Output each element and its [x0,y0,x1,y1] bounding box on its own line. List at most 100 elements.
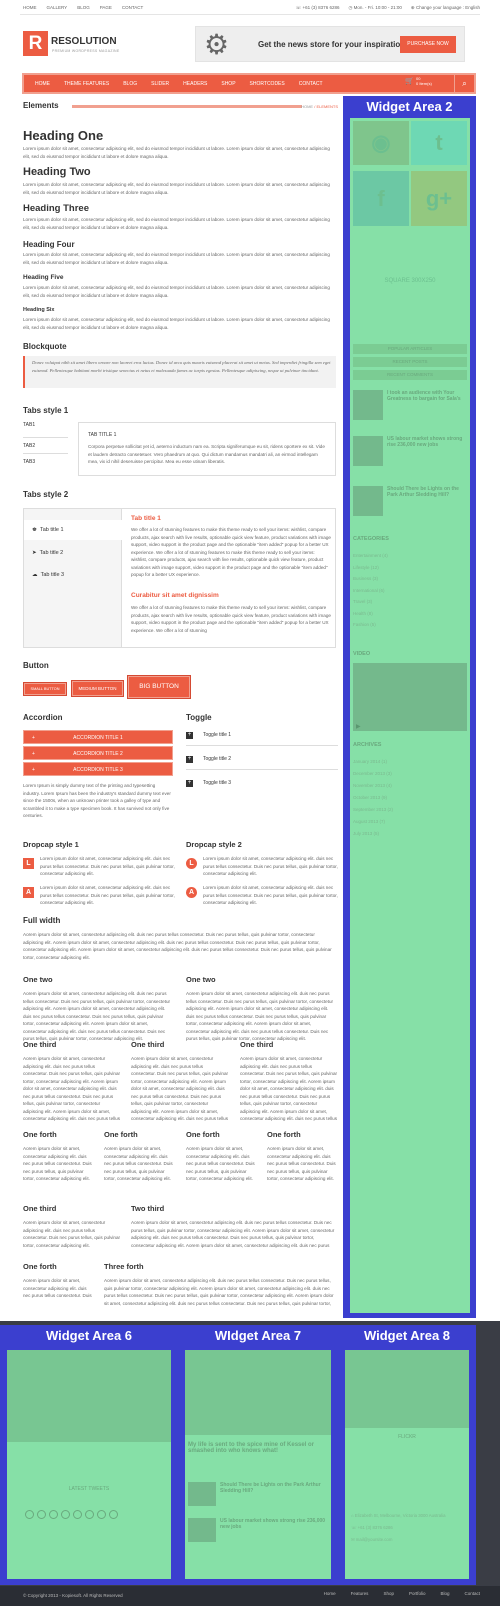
flickr-grid[interactable] [345,1350,469,1428]
footer-link-blog[interactable]: Blog [440,1591,449,1596]
facebook-icon[interactable]: f [353,171,409,226]
small-button[interactable]: SMALL BUTTON [23,682,67,696]
post-thumbnail[interactable] [188,1482,216,1506]
purchase-now-button[interactable]: PURCHASE NOW [400,36,456,53]
social-icon[interactable] [97,1510,106,1519]
archive-item[interactable]: December 2013 (3) [353,768,467,780]
column-title: One forth [23,1262,57,1271]
social-icon[interactable] [61,1510,70,1519]
video-player[interactable]: ▶ [353,663,467,731]
column-text: Aorem ipsum dolor sit amet, consectetur … [186,1146,255,1181]
column-title: One forth [23,1130,57,1139]
play-icon[interactable]: ▶ [356,723,361,730]
cart-widget[interactable]: 🛒 00 0 Item(s) [405,76,432,86]
topnav-page[interactable]: PAGE [100,5,112,10]
big-button[interactable]: BIG BUTTON [127,675,191,699]
nav-theme-features[interactable]: THEME FEATURES [64,81,109,87]
archive-item[interactable]: January 2014 (1) [353,756,467,768]
archives-title: ARCHIVES [353,742,382,748]
social-icon[interactable] [37,1510,46,1519]
widget-post-title-1[interactable]: Should There be Lights on the Park Arthu… [220,1482,328,1494]
search-icon[interactable]: ⌕ [454,75,474,92]
rss-icon[interactable]: ◉ [353,121,409,165]
topnav-gallery[interactable]: GALLERY [47,5,68,10]
post-thumbnail[interactable] [353,390,383,420]
topnav-blog[interactable]: BLOG [77,5,90,10]
column-one-forth-1: One forth Aorem ipsum dolor sit amet, co… [23,1130,95,1183]
archive-item[interactable]: August 2013 (7) [353,816,467,828]
footer-link-contact[interactable]: Contact [464,1591,480,1596]
nav-blog[interactable]: BLOG [123,81,137,87]
category-item[interactable]: Entertainment (4) [353,550,467,562]
toggle-item-3[interactable]: + Toggle title 3 [186,774,338,794]
heading-one-text: Lorem ipsum dolor sit amet, consectetur … [23,146,330,159]
footer-link-shop[interactable]: Shop [383,1591,394,1596]
nav-home[interactable]: HOME [35,81,50,87]
sidebar-post-title-1[interactable]: I took an audience with Your Greatness t… [387,390,467,402]
tabs2-tab-1[interactable]: ♚ Tab title 1 [24,520,123,540]
archive-item[interactable]: July 2013 (5) [353,828,467,840]
topnav-contact[interactable]: CONTACT [122,5,143,10]
archive-item[interactable]: September 2013 (2) [353,804,467,816]
footer-link-features[interactable]: Features [351,1591,369,1596]
tab-recent-posts[interactable]: RECENT POSTS [353,357,467,367]
google-plus-icon[interactable]: g+ [411,171,467,226]
nav-slider[interactable]: SLIDER [151,81,169,87]
tabs1-tab-2[interactable]: TAB2 [23,438,68,454]
widget-post-title-2[interactable]: US labour market shows strong rise 236,0… [220,1518,328,1530]
site-logo[interactable]: R RESOLUTION PREMIUM WORDPRESS MAGAZINE [23,31,123,59]
nav-headers[interactable]: HEADERS [183,81,207,87]
heading-five: Heading Five [23,274,64,281]
tabs2-tab-2[interactable]: ➤ Tab title 2 [32,550,63,556]
tabs1-tab-3[interactable]: TAB3 [23,454,68,470]
social-icon[interactable] [49,1510,58,1519]
sidebar-post-title-3[interactable]: Should There be Lights on the Park Arthu… [387,486,467,498]
social-icon[interactable] [85,1510,94,1519]
category-item[interactable]: Business (3) [353,573,467,585]
archive-item[interactable]: October 2013 (9) [353,792,467,804]
toggle-item-2[interactable]: + Toggle title 2 [186,750,338,770]
category-item[interactable]: Lifestyle (12) [353,562,467,574]
nav-shop[interactable]: SHOP [221,81,235,87]
category-item[interactable]: Travel (3) [353,596,467,608]
accordion-item-3[interactable]: + ACCORDION TITLE 3 [23,762,173,776]
footer-link-home[interactable]: Home [324,1591,336,1596]
plus-icon: + [32,735,35,741]
category-item[interactable]: International (6) [353,585,467,597]
breadcrumb-home[interactable]: HOME [301,104,313,109]
language-selector[interactable]: ⊕ Change your language : English [411,5,480,11]
post-thumbnail[interactable] [353,486,383,516]
social-icon[interactable] [109,1510,118,1519]
widget-area-6-content: LATEST TWEETS [7,1350,171,1579]
sidebar-post-title-2[interactable]: US labour market shows strong rise 236,0… [387,436,467,448]
widget-area-7-title: WIdget Area 7 [214,1328,302,1343]
toggle-item-1[interactable]: + Toggle title 1 [186,726,338,746]
tab-recent-comments[interactable]: RECENT COMMENTS [353,370,467,380]
post-thumbnail[interactable] [353,436,383,466]
nav-shortcodes[interactable]: SHORTCODES [250,81,285,87]
dropcap1-letter-1: L [23,858,34,869]
accordion-item-2-label: ACCORDION TITLE 2 [73,751,123,757]
email-text[interactable]: ✉ mail@yoursite.com [351,1534,461,1546]
tabs1-tab-1[interactable]: TAB1 [23,422,68,438]
accordion-item-1[interactable]: + ACCORDION TITLE 1 [23,730,173,744]
twitter-icon[interactable]: t [411,121,467,165]
footer-link-portfolio[interactable]: Portfolio [409,1591,426,1596]
heading-two-text: Lorem ipsum dolor sit amet, consectetur … [23,182,330,195]
category-item[interactable]: Fashion (5) [353,619,467,631]
top-divider [20,14,480,15]
social-icon[interactable] [73,1510,82,1519]
social-icon[interactable] [25,1510,34,1519]
medium-button[interactable]: MEDIUM BUTTON [71,680,124,697]
nav-contact[interactable]: CONTACT [299,81,323,87]
accordion-item-2[interactable]: + ACCORDION TITLE 2 [23,746,173,760]
tab-popular-articles[interactable]: POPULAR ARTICLES [353,344,467,354]
post-thumbnail[interactable] [188,1518,216,1542]
banner-text: Get the news store for your inspiration! [258,40,408,49]
tabs2-tab-3[interactable]: ☁ Tab title 3 [32,572,64,578]
topnav-home[interactable]: HOME [23,5,37,10]
opening-hours: ◷ Mon. - Fri. 10:00 - 21:00 [348,5,402,10]
archive-item[interactable]: November 2013 (4) [353,780,467,792]
widget-headline[interactable]: My life is sent to the spice mine of Kes… [188,1442,328,1454]
category-item[interactable]: Health (8) [353,608,467,620]
